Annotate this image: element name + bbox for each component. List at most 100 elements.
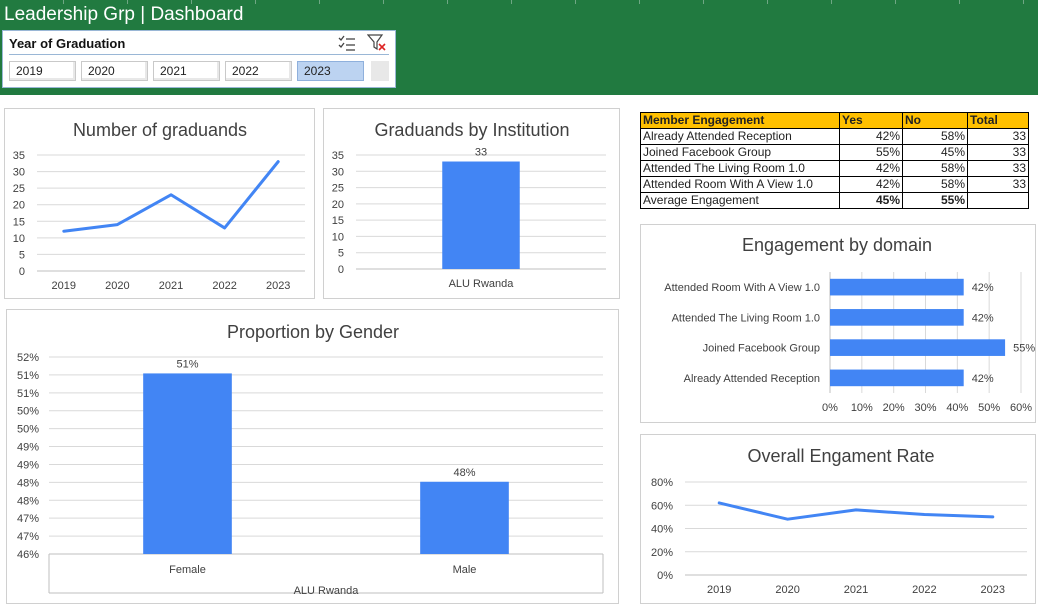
x-tick-label: 2021 — [159, 280, 183, 292]
year-slicer[interactable]: Year of Graduation 2019 2020 2021 2022 2… — [2, 30, 396, 88]
y-tick-label: 35 — [332, 150, 344, 162]
table-cell: 55% — [902, 192, 968, 209]
slicer-option-2023[interactable]: 2023 — [297, 61, 364, 81]
header-no: No — [902, 112, 968, 129]
chart-title: Proportion by Gender — [227, 322, 399, 342]
table-cell: 42% — [839, 176, 903, 193]
x-tick-label: 50% — [978, 402, 1000, 414]
multi-select-icon[interactable] — [337, 34, 357, 52]
x-tick-label: 40% — [946, 402, 968, 414]
y-tick-label: 60% — [651, 500, 673, 512]
institution-bar-chart: Graduands by Institution 0 5 10 15 20 25 30 35 AL… — [332, 120, 606, 290]
slicer-option-2021[interactable]: 2021 — [153, 61, 220, 81]
clear-filter-icon[interactable] — [367, 34, 387, 52]
x-tick-label: 2022 — [212, 280, 236, 292]
x-tick-label: ALU Rwanda — [449, 278, 515, 290]
graduands-line-chart: Number of graduands 0 5 10 15 20 25 30 35 2019 202… — [13, 120, 305, 292]
x-tick-label: 30% — [914, 402, 936, 414]
domain-bar-chart: Engagement by domain 0% 10% 20% 30% 40% 50% 60%… — [664, 235, 1035, 414]
y-tick-label: 0% — [657, 570, 673, 582]
table-cell — [967, 192, 1029, 209]
bar — [830, 339, 1006, 356]
x-tick-label: 2021 — [844, 584, 868, 596]
y-tick-label: 51% — [17, 370, 39, 382]
table-cell: 33 — [967, 144, 1029, 161]
table-cell: 33 — [967, 160, 1029, 177]
y-tick-label: 40% — [651, 524, 673, 536]
data-label: 42% — [972, 282, 994, 294]
table-cell: 45% — [839, 192, 903, 209]
table-cell: 58% — [902, 128, 968, 145]
y-tick-label: 80% — [651, 477, 673, 489]
bar — [143, 373, 232, 554]
chart-title: Overall Engament Rate — [747, 446, 934, 466]
y-tick-label: 48% — [17, 495, 39, 507]
table-row: Attended Room With A View 1.0 42% 58% 33 — [640, 176, 1029, 193]
y-tick-label: 10 — [13, 233, 25, 245]
chart-title: Number of graduands — [73, 120, 247, 140]
bar — [830, 278, 964, 296]
institution-chart-panel: Graduands by Institution 0 5 10 15 20 25 30 35 AL… — [323, 108, 620, 299]
y-tick-label: 46% — [17, 549, 39, 561]
bar — [442, 161, 520, 269]
y-tick-label: 48% — [17, 477, 39, 489]
y-tick-label: 51% — [17, 388, 39, 400]
x-tick-label: 60% — [1010, 402, 1032, 414]
header-yes: Yes — [839, 112, 903, 129]
y-tick-label: 49% — [17, 459, 39, 471]
table-cell: Attended The Living Room 1.0 — [640, 160, 840, 177]
data-label: 42% — [972, 312, 994, 324]
y-tick-label: 47% — [17, 531, 39, 543]
y-tick-label: 49% — [17, 442, 39, 454]
y-tick-label: Attended The Living Room 1.0 — [672, 312, 820, 324]
y-tick-label: 5 — [338, 248, 344, 260]
y-tick-label: 0 — [338, 264, 344, 276]
y-tick-label: 30 — [332, 166, 344, 178]
x-tick-label: 10% — [851, 402, 873, 414]
y-tick-label: 50% — [17, 406, 39, 418]
table-cell: 58% — [902, 160, 968, 177]
header-total: Total — [967, 112, 1029, 129]
y-tick-label: 20% — [651, 547, 673, 559]
data-label: 48% — [453, 467, 475, 479]
y-tick-label: 52% — [17, 352, 39, 364]
x-tick-label: Male — [453, 564, 477, 576]
group-label: ALU Rwanda — [294, 585, 360, 597]
x-tick-label: 2023 — [266, 280, 290, 292]
data-label: 33 — [475, 147, 487, 159]
y-tick-label: 47% — [17, 513, 39, 525]
y-tick-label: 0 — [19, 266, 25, 278]
engagement-table-header: Member Engagement Yes No Total — [640, 112, 1029, 129]
y-tick-label: 25 — [332, 183, 344, 195]
header-member-engagement: Member Engagement — [640, 112, 840, 129]
table-row: Joined Facebook Group 55% 45% 33 — [640, 144, 1029, 161]
slicer-option-2019[interactable]: 2019 — [9, 61, 76, 81]
slicer-option-2022[interactable]: 2022 — [225, 61, 292, 81]
y-tick-label: 15 — [332, 215, 344, 227]
x-tick-label: 2020 — [775, 584, 799, 596]
slicer-scrollbar[interactable] — [371, 61, 389, 81]
table-cell: 33 — [967, 176, 1029, 193]
table-cell: Joined Facebook Group — [640, 144, 840, 161]
chart-title: Graduands by Institution — [374, 120, 569, 140]
y-tick-label: 50% — [17, 424, 39, 436]
y-tick-label: 25 — [13, 183, 25, 195]
header-bar: Leadership Grp | Dashboard Year of Gradu… — [0, 0, 1038, 95]
y-tick-label: 5 — [19, 249, 25, 261]
x-tick-label: 2020 — [105, 280, 129, 292]
overall-chart-panel: Overall Engament Rate 0% 20% 40% 60% 80% 2019 2… — [640, 434, 1036, 604]
y-tick-label: 20 — [13, 200, 25, 212]
y-tick-label: Joined Facebook Group — [703, 343, 820, 355]
y-tick-label: Attended Room With A View 1.0 — [664, 282, 820, 294]
slicer-option-2020[interactable]: 2020 — [81, 61, 148, 81]
chart-title: Engagement by domain — [742, 235, 932, 255]
slicer-title: Year of Graduation — [9, 36, 126, 51]
engagement-table: Member Engagement Yes No Total Already A… — [640, 112, 1029, 209]
gender-bar-chart: Proportion by Gender 46% 47% 47% 48% 48% 49% 49… — [17, 322, 604, 597]
table-cell: 42% — [839, 128, 903, 145]
data-label: 55% — [1013, 343, 1035, 355]
x-tick-label: 2022 — [912, 584, 936, 596]
dashboard-title: Leadership Grp | Dashboard — [4, 4, 244, 25]
table-cell: 45% — [902, 144, 968, 161]
graduands-chart-panel: Number of graduands 0 5 10 15 20 25 30 35 2019 202… — [4, 108, 315, 299]
